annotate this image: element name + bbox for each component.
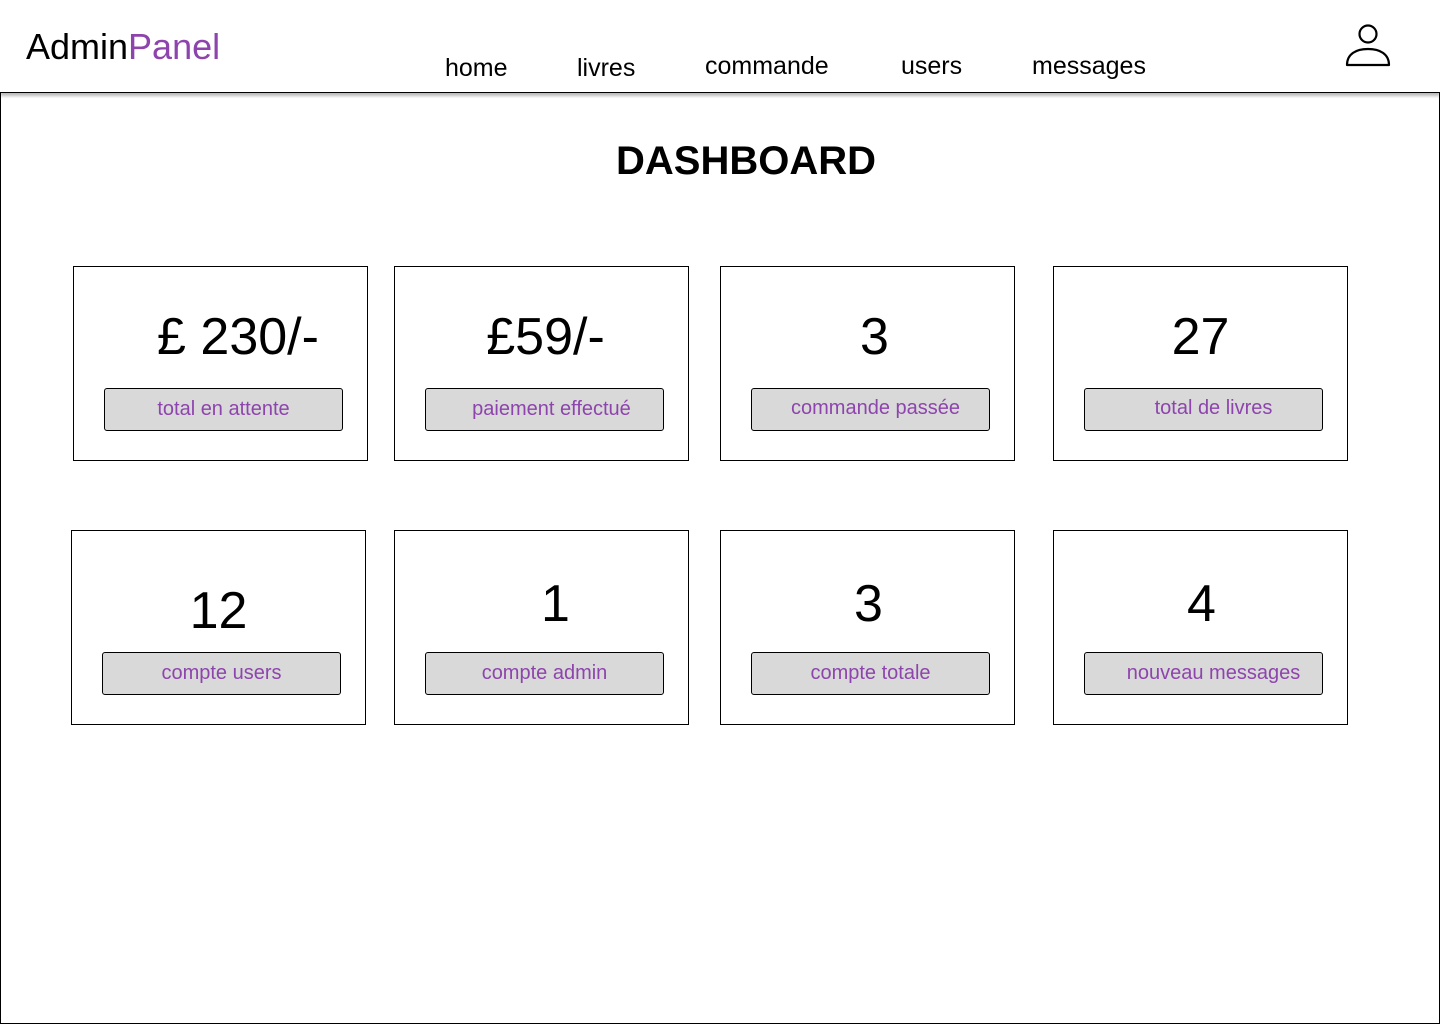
- stat-card-compte-totale: 3 compte totale: [720, 530, 1015, 725]
- user-account-icon[interactable]: [1343, 22, 1393, 70]
- stat-value: £ 230/-: [157, 308, 319, 366]
- top-navbar: AdminPanel home livres commande users me…: [0, 0, 1440, 93]
- stat-value: 12: [189, 582, 248, 640]
- nav-link-livres[interactable]: livres: [577, 53, 635, 83]
- stat-card-nouveau-messages: 4 nouveau messages: [1053, 530, 1348, 725]
- stat-value: 3: [860, 308, 889, 366]
- stat-label-button[interactable]: paiement effectué: [425, 388, 664, 431]
- nav-link-users[interactable]: users: [901, 51, 962, 81]
- stat-label-button[interactable]: compte users: [102, 652, 341, 695]
- logo-text-accent: Panel: [128, 26, 221, 67]
- stat-value: 3: [854, 575, 883, 633]
- stat-card-compte-admin: 1 compte admin: [394, 530, 689, 725]
- page-title: DASHBOARD: [616, 139, 876, 183]
- nav-link-commande[interactable]: commande: [705, 51, 829, 81]
- stat-value: 4: [1187, 575, 1216, 633]
- stat-label-button[interactable]: commande passée: [751, 388, 990, 431]
- stat-label-button[interactable]: compte admin: [425, 652, 664, 695]
- stat-label-button[interactable]: compte totale: [751, 652, 990, 695]
- nav-link-messages[interactable]: messages: [1032, 51, 1146, 81]
- app-logo[interactable]: AdminPanel: [26, 26, 220, 68]
- logo-text-main: Admin: [26, 26, 129, 67]
- stat-card-total-de-livres: 27 total de livres: [1053, 266, 1348, 461]
- stat-label-button[interactable]: nouveau messages: [1084, 652, 1323, 695]
- stat-card-total-en-attente: £ 230/- total en attente: [73, 266, 368, 461]
- stat-value: 27: [1171, 308, 1230, 366]
- stat-card-commande-passee: 3 commande passée: [720, 266, 1015, 461]
- user-icon: [1345, 24, 1391, 67]
- stat-card-paiement-effectue: £59/- paiement effectué: [394, 266, 689, 461]
- stat-label-button[interactable]: total en attente: [104, 388, 343, 431]
- stat-card-compte-users: 12 compte users: [71, 530, 366, 725]
- stat-value: £59/-: [486, 308, 605, 366]
- stat-value: 1: [541, 575, 570, 633]
- stat-label-button[interactable]: total de livres: [1084, 388, 1323, 431]
- nav-link-home[interactable]: home: [445, 53, 508, 83]
